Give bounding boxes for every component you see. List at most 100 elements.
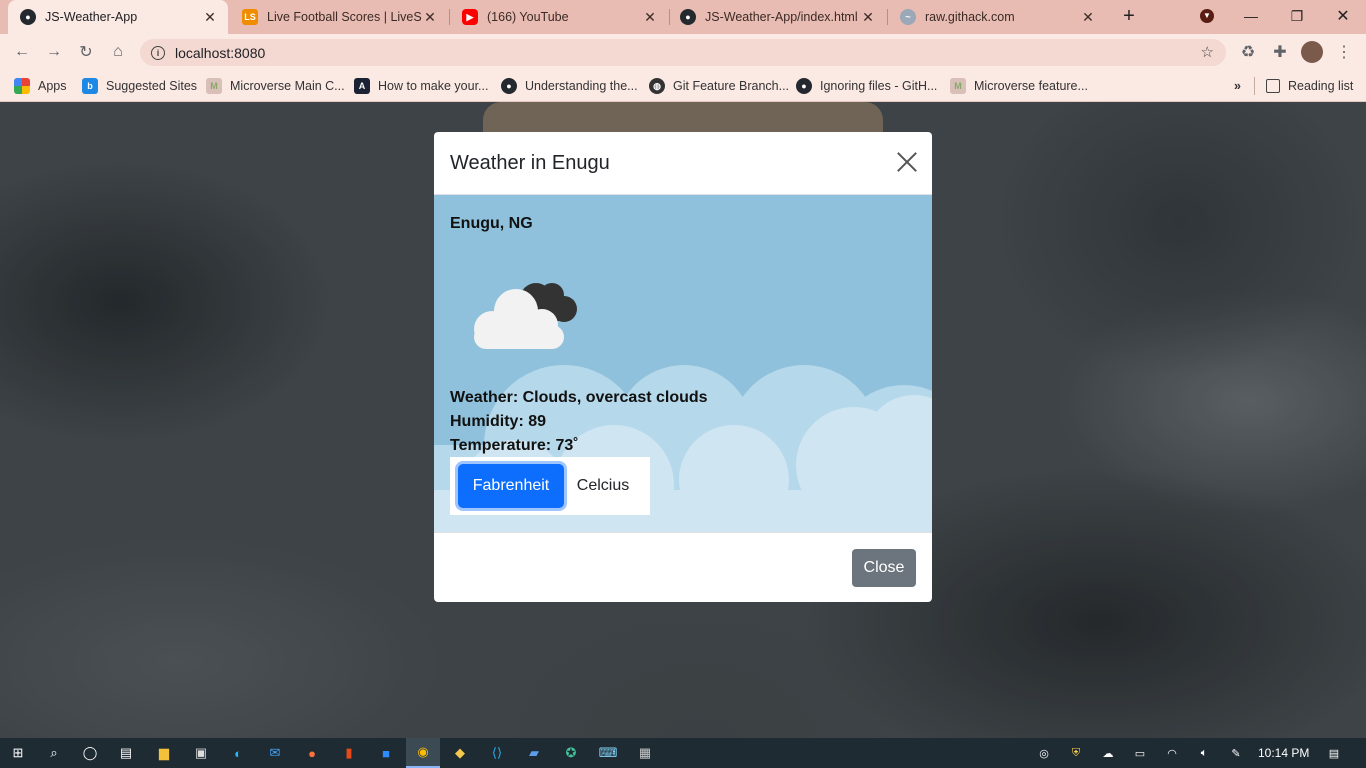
minimize-icon[interactable]: — — [1228, 0, 1274, 32]
onedrive-cloud-icon[interactable]: ☁ — [1100, 745, 1116, 761]
close-button[interactable]: Close — [852, 549, 916, 587]
modal-title: Weather in Enugu — [450, 151, 610, 174]
bookmark-label: Apps — [38, 79, 67, 93]
office-icon[interactable]: ▮ — [338, 742, 360, 764]
bookmark-apps[interactable]: Apps — [14, 76, 67, 96]
bookmark-microverse-main[interactable]: M Microverse Main C... — [206, 76, 345, 96]
keyboard-icon[interactable]: ⌨ — [597, 742, 619, 764]
close-icon[interactable]: ✕ — [642, 9, 658, 26]
firefox-icon[interactable]: ● — [301, 742, 323, 764]
apps-grid-icon — [14, 78, 30, 94]
close-icon[interactable]: ✕ — [1080, 9, 1096, 26]
tab-search-icon[interactable]: ▼ — [1184, 0, 1230, 32]
bookmark-microverse-feature[interactable]: M Microverse feature... — [950, 76, 1088, 96]
task-view-icon[interactable]: ▤ — [115, 742, 137, 764]
bookmark-understanding[interactable]: ● Understanding the... — [501, 76, 638, 96]
tab-livescore[interactable]: LS Live Football Scores | LiveScore ✕ — [230, 0, 448, 34]
restore-icon[interactable]: ❐ — [1274, 0, 1320, 32]
bookmark-star-icon[interactable]: ☆ — [1201, 43, 1214, 61]
chrome-icon[interactable]: ◉ — [406, 738, 440, 768]
bookmark-label: How to make your... — [378, 79, 489, 93]
bookmark-label: Microverse Main C... — [230, 79, 345, 93]
tab-js-weather-app[interactable]: ● JS-Weather-App ✕ — [8, 0, 228, 34]
arch-icon: A — [354, 78, 370, 94]
tray-app-icon[interactable]: ◎ — [1036, 745, 1052, 761]
new-tab-plus-icon[interactable]: + — [1106, 0, 1152, 32]
profile-avatar[interactable] — [1300, 40, 1324, 64]
home-icon[interactable]: ⌂ — [106, 40, 130, 64]
bing-icon: b — [82, 78, 98, 94]
search-icon[interactable]: ⌕ — [43, 742, 65, 764]
site-info-icon[interactable]: i — [151, 45, 165, 60]
bookmarks-bar: Apps b Suggested Sites M Microverse Main… — [0, 70, 1366, 102]
url-text: localhost:8080 — [175, 44, 266, 61]
cortana-icon[interactable]: ◯ — [79, 742, 101, 764]
humidity-value: Humidity: 89 — [450, 413, 547, 430]
reading-list-button[interactable]: Reading list — [1266, 76, 1353, 96]
browser-tab-strip: ● JS-Weather-App ✕ LS Live Football Scor… — [0, 0, 1366, 34]
volume-icon[interactable]: 🔈︎ — [1196, 745, 1212, 761]
back-arrow-icon[interactable]: ← — [10, 40, 34, 64]
tab-github-index[interactable]: ● JS-Weather-App/index.html at ✕ — [668, 0, 886, 34]
tab-githack[interactable]: ~ raw.githack.com ✕ — [888, 0, 1106, 34]
tab-title: Live Football Scores | LiveScore — [267, 10, 422, 24]
bookmark-ignoring-files[interactable]: ● Ignoring files - GitH... — [796, 76, 937, 96]
bookmark-git-feature-branch[interactable]: ◍ Git Feature Branch... — [649, 76, 789, 96]
modal-body: Enugu, NG Weather: Clouds, overcast clou… — [434, 195, 932, 532]
pen-icon[interactable]: ✎ — [1228, 745, 1244, 761]
overcast-clouds-icon — [474, 283, 577, 349]
reload-icon[interactable]: ↻ — [74, 40, 98, 64]
bookmark-label: Ignoring files - GitH... — [820, 79, 938, 93]
tab-youtube[interactable]: ▶ (166) YouTube ✕ — [450, 0, 668, 34]
youtube-icon: ▶ — [462, 9, 478, 25]
bookmark-label: Microverse feature... — [974, 79, 1088, 93]
green-app-icon[interactable]: ✪ — [560, 742, 582, 764]
more-bookmarks-chevron-icon[interactable]: » — [1234, 76, 1241, 96]
celsius-button[interactable]: Celcius — [572, 464, 634, 508]
wifi-icon[interactable]: ◠ — [1164, 745, 1180, 761]
forward-arrow-icon[interactable]: → — [42, 40, 66, 64]
security-shield-icon[interactable]: ⛨ — [1068, 745, 1084, 761]
edge-icon[interactable]: ◐ — [227, 742, 249, 764]
web-icon: ◍ — [649, 78, 665, 94]
github-icon: ● — [501, 78, 517, 94]
photos-icon[interactable]: ▰ — [523, 742, 545, 764]
close-icon[interactable]: ✕ — [422, 9, 438, 26]
github-icon: ● — [680, 9, 696, 25]
battery-icon[interactable]: ▭ — [1132, 745, 1148, 761]
address-bar[interactable]: i localhost:8080 ☆ — [140, 39, 1226, 66]
microverse-icon: M — [950, 78, 966, 94]
zoom-icon[interactable]: ■ — [375, 742, 397, 764]
close-icon[interactable]: ✕ — [202, 9, 218, 26]
recycle-extension-icon[interactable]: ♻ — [1236, 40, 1260, 64]
vscode-icon[interactable]: ⟨⟩ — [486, 742, 508, 764]
window-close-icon[interactable]: ✕ — [1320, 0, 1366, 32]
tab-title: JS-Weather-App — [45, 10, 138, 24]
bookmark-label: Understanding the... — [525, 79, 638, 93]
menu-kebab-icon[interactable]: ⋮ — [1332, 40, 1356, 64]
tab-title: raw.githack.com — [925, 10, 1015, 24]
location-label: Enugu, NG — [450, 215, 533, 232]
modal-footer: Close — [434, 532, 932, 602]
close-x-icon[interactable] — [896, 151, 918, 173]
extensions-puzzle-icon[interactable]: ✚ — [1268, 40, 1292, 64]
weather-modal: Weather in Enugu Enugu, NG Weather: Clou… — [434, 132, 932, 602]
bookmark-how-to-make[interactable]: A How to make your... — [354, 76, 488, 96]
unit-toggle-group: Fabrenheit Celcius — [450, 457, 650, 515]
file-explorer-icon[interactable]: ▆ — [153, 742, 175, 764]
fahrenheit-button[interactable]: Fabrenheit — [458, 464, 564, 508]
system-clock[interactable]: 10:14 PM — [1258, 746, 1309, 760]
windows-taskbar: ⊞ ⌕ ◯ ▤ ▆ ▣ ◐ ✉ ● ▮ ■ ◉ ◆ ⟨⟩ ▰ ✪ ⌨ ▦ ◎ ⛨… — [0, 738, 1366, 768]
livescore-icon: LS — [242, 9, 258, 25]
calculator-icon[interactable]: ▦ — [634, 742, 656, 764]
windows-start-icon[interactable]: ⊞ — [7, 742, 29, 764]
mail-icon[interactable]: ✉ — [264, 742, 286, 764]
githack-icon: ~ — [900, 9, 916, 25]
bookmark-suggested-sites[interactable]: b Suggested Sites — [82, 76, 197, 96]
github-icon: ● — [20, 9, 36, 25]
reading-list-label: Reading list — [1288, 79, 1354, 93]
notifications-icon[interactable]: ▤ — [1326, 745, 1342, 761]
sticky-app-icon[interactable]: ◆ — [449, 742, 471, 764]
store-icon[interactable]: ▣ — [190, 742, 212, 764]
close-icon[interactable]: ✕ — [860, 9, 876, 26]
